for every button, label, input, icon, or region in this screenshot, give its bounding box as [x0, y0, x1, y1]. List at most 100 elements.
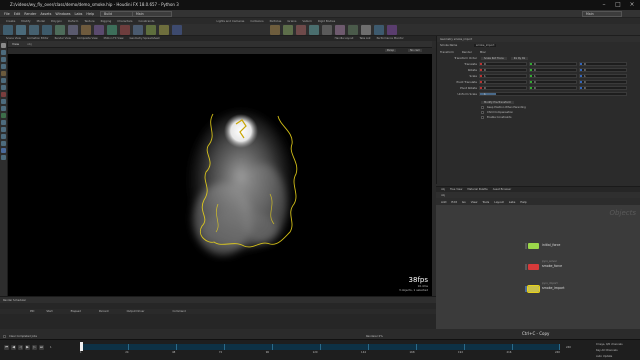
pivot-translate-y[interactable]: 0: [529, 80, 577, 84]
node-smoke-force[interactable]: pyro_solver smoke_force: [525, 260, 562, 270]
shelf-tab[interactable]: Rigid Bodies: [318, 19, 335, 23]
pivot-translate-x[interactable]: 0: [479, 80, 527, 84]
curve-tool-icon[interactable]: [81, 24, 91, 35]
grid-tool-icon[interactable]: [55, 24, 65, 35]
tab-geometry-spreadsheet[interactable]: Geometry Spreadsheet: [130, 37, 160, 40]
tab-take-list[interactable]: Take List: [359, 37, 370, 40]
prim-snap-icon[interactable]: [1, 106, 6, 111]
light-icon[interactable]: [1, 141, 6, 146]
tab-misc[interactable]: Misc: [480, 50, 486, 54]
null-tool-icon[interactable]: [68, 24, 78, 35]
tab-render-view[interactable]: Render View: [55, 37, 71, 40]
menu-help[interactable]: Help: [86, 12, 94, 16]
render-scheduler-tab[interactable]: Render Scheduler: [3, 299, 26, 302]
rotate-tool-icon[interactable]: [1, 57, 6, 62]
area-light-tool-icon[interactable]: [309, 24, 319, 35]
shelf-tab[interactable]: Polygon: [51, 19, 62, 23]
shelf-tab[interactable]: Constraints: [139, 19, 155, 23]
draw-curve-tool-icon[interactable]: [94, 24, 104, 35]
step-back-icon[interactable]: ◀: [11, 345, 16, 350]
node-initial-force[interactable]: initial_force: [525, 243, 560, 249]
translate-x[interactable]: 0: [479, 62, 527, 66]
end-frame[interactable]: 240: [566, 346, 571, 349]
net-menu-edit[interactable]: Edit: [451, 200, 456, 204]
snap-tool-icon[interactable]: [1, 92, 6, 97]
pivot-rotate-x[interactable]: 0: [479, 86, 527, 90]
shelf-tab[interactable]: Lights and Cameras: [216, 19, 244, 23]
handle-tool-icon[interactable]: [1, 71, 6, 76]
play-icon[interactable]: ▶: [25, 345, 30, 350]
translate-y[interactable]: 0: [529, 62, 577, 66]
node-smoke-import[interactable]: pyro_import smoke_import: [525, 282, 565, 293]
play-reverse-icon[interactable]: ◁: [18, 345, 23, 350]
rotate-z[interactable]: 0: [579, 68, 627, 72]
persp-menu[interactable]: Persp: [384, 49, 396, 52]
translate-z[interactable]: 0: [579, 62, 627, 66]
shelf-tab[interactable]: Model: [37, 19, 45, 23]
tab-material-palette[interactable]: Material Palette: [467, 188, 487, 191]
tab-motion-fx-view[interactable]: Motion FX View: [104, 37, 124, 40]
shelf-tab[interactable]: Collisions: [250, 19, 263, 23]
shelf-tab[interactable]: Modify: [21, 19, 30, 23]
net-menu-go[interactable]: Go: [462, 200, 466, 204]
tab-handle-layout[interactable]: Handle Layout: [335, 37, 354, 40]
maximize-icon[interactable]: □: [612, 0, 624, 10]
viewport-path[interactable]: obj: [27, 42, 32, 46]
file-tool-icon[interactable]: [172, 24, 182, 35]
menu-assets[interactable]: Assets: [40, 12, 51, 16]
jump-end-icon[interactable]: ⏭: [39, 345, 44, 350]
rotate-y[interactable]: 0: [529, 68, 577, 72]
transform-order-menu[interactable]: Scale Rot Trans: [481, 56, 507, 60]
menu-labs[interactable]: Labs: [75, 12, 83, 16]
shelf-tab[interactable]: Deform: [68, 19, 78, 23]
tab-composite-view[interactable]: Composite View: [77, 37, 98, 40]
child-compensation-checkbox[interactable]: [481, 111, 484, 114]
network-editor[interactable]: Objects initial_force pyro_solver smoke_…: [436, 205, 640, 329]
move-tool-icon[interactable]: [1, 50, 6, 55]
shelf-tab[interactable]: Characters: [117, 19, 132, 23]
minimize-icon[interactable]: –: [598, 0, 610, 10]
net-menu-add[interactable]: Add: [441, 200, 446, 204]
param-name-field[interactable]: smoke_import: [474, 43, 497, 47]
multi-snap-icon[interactable]: [1, 120, 6, 125]
scale-x[interactable]: 1: [479, 74, 527, 78]
cam-menu[interactable]: No cam: [408, 49, 422, 52]
shading-icon[interactable]: [1, 155, 6, 160]
select-tool-icon[interactable]: [1, 43, 6, 48]
uniform-scale-field[interactable]: 1: [479, 92, 627, 96]
tab-performance-monitor[interactable]: Performance Monitor: [377, 37, 404, 40]
scale-y[interactable]: 1: [529, 74, 577, 78]
camera-tool-icon[interactable]: [270, 24, 280, 35]
pivot-rotate-z[interactable]: 0: [579, 86, 627, 90]
shelf-tab[interactable]: Create: [6, 19, 15, 23]
net-menu-labs[interactable]: Labs: [509, 200, 516, 204]
view-tool-icon[interactable]: [1, 85, 6, 90]
tab-render[interactable]: Render: [462, 50, 472, 54]
close-icon[interactable]: ×: [626, 0, 638, 10]
tab-transform[interactable]: Transform: [440, 50, 454, 54]
shelf-tab[interactable]: Vellum: [302, 19, 311, 23]
shelf-tab[interactable]: Grains: [287, 19, 296, 23]
spray-paint-tool-icon[interactable]: [120, 24, 130, 35]
tab-tree-view[interactable]: Tree View: [450, 188, 462, 191]
tab-obj[interactable]: obj: [441, 188, 445, 191]
net-menu-layout[interactable]: Layout: [494, 200, 504, 204]
point-snap-icon[interactable]: [1, 113, 6, 118]
viewport-tab[interactable]: View: [12, 42, 19, 46]
tab-scene-view[interactable]: Scene View: [6, 37, 21, 40]
jump-start-icon[interactable]: ⏮: [4, 345, 9, 350]
key-all-button[interactable]: Key All Channels: [596, 349, 618, 352]
metaball-tool-icon[interactable]: [159, 24, 169, 35]
sky-light-tool-icon[interactable]: [374, 24, 384, 35]
path-tool-icon[interactable]: [107, 24, 117, 35]
net-menu-view[interactable]: View: [471, 200, 478, 204]
pivot-translate-z[interactable]: 0: [579, 80, 627, 84]
box-tool-icon[interactable]: [3, 24, 13, 35]
distant-light-tool-icon[interactable]: [348, 24, 358, 35]
sphere-tool-icon[interactable]: [16, 24, 26, 35]
menu-edit[interactable]: Edit: [14, 12, 21, 16]
env-light-tool-icon[interactable]: [361, 24, 371, 35]
timeline-cursor[interactable]: [80, 342, 83, 351]
scale-tool-icon[interactable]: [1, 64, 6, 69]
rotate-x[interactable]: 0: [479, 68, 527, 72]
